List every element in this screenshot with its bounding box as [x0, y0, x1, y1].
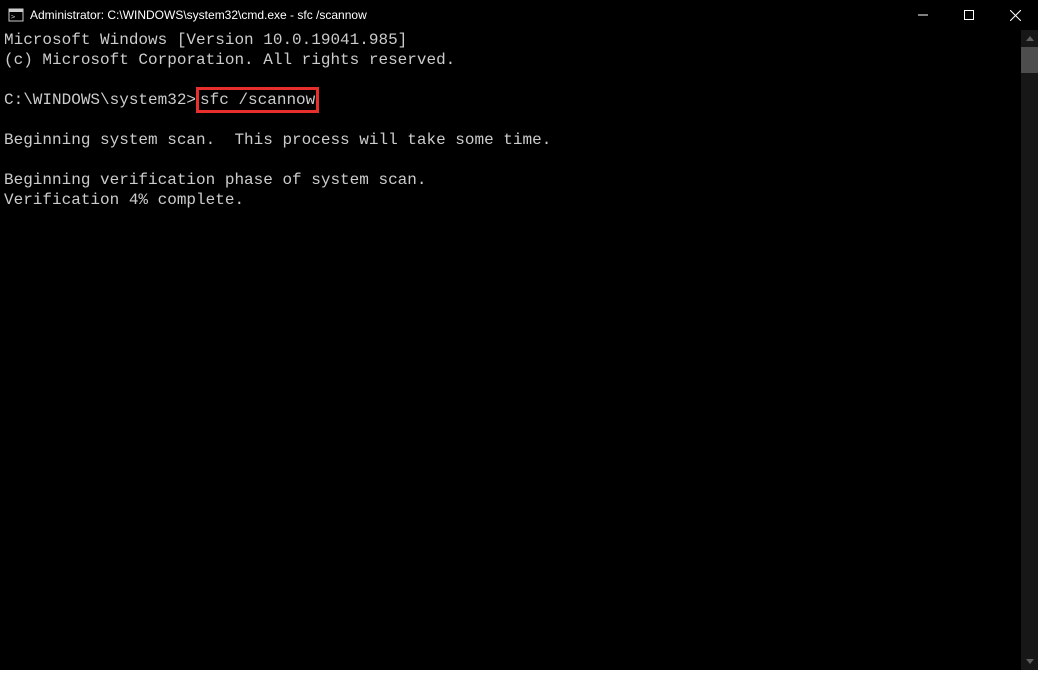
terminal-output[interactable]: Microsoft Windows [Version 10.0.19041.98…	[0, 30, 1021, 670]
output-line: Microsoft Windows [Version 10.0.19041.98…	[4, 30, 1021, 50]
output-line: Verification 4% complete.	[4, 190, 1021, 210]
cmd-icon: >_	[8, 7, 24, 23]
prompt-path: C:\WINDOWS\system32>	[4, 91, 196, 109]
scroll-down-arrow-icon[interactable]	[1021, 653, 1038, 670]
window-title: Administrator: C:\WINDOWS\system32\cmd.e…	[30, 8, 367, 22]
output-line: Beginning system scan. This process will…	[4, 130, 1021, 150]
scroll-up-arrow-icon[interactable]	[1021, 30, 1038, 47]
prompt-line: C:\WINDOWS\system32>sfc /scannow	[4, 90, 1021, 110]
highlighted-command: sfc /scannow	[196, 87, 319, 113]
scroll-thumb[interactable]	[1021, 47, 1038, 73]
output-line: (c) Microsoft Corporation. All rights re…	[4, 50, 1021, 70]
terminal-area: Microsoft Windows [Version 10.0.19041.98…	[0, 30, 1038, 670]
titlebar[interactable]: >_ Administrator: C:\WINDOWS\system32\cm…	[0, 0, 1038, 30]
output-line	[4, 150, 1021, 170]
svg-text:>_: >_	[11, 13, 20, 21]
maximize-button[interactable]	[946, 0, 992, 30]
cmd-window: >_ Administrator: C:\WINDOWS\system32\cm…	[0, 0, 1038, 670]
scroll-track[interactable]	[1021, 47, 1038, 653]
minimize-button[interactable]	[900, 0, 946, 30]
vertical-scrollbar[interactable]	[1021, 30, 1038, 670]
output-line: Beginning verification phase of system s…	[4, 170, 1021, 190]
output-line	[4, 70, 1021, 90]
close-button[interactable]	[992, 0, 1038, 30]
output-line	[4, 110, 1021, 130]
